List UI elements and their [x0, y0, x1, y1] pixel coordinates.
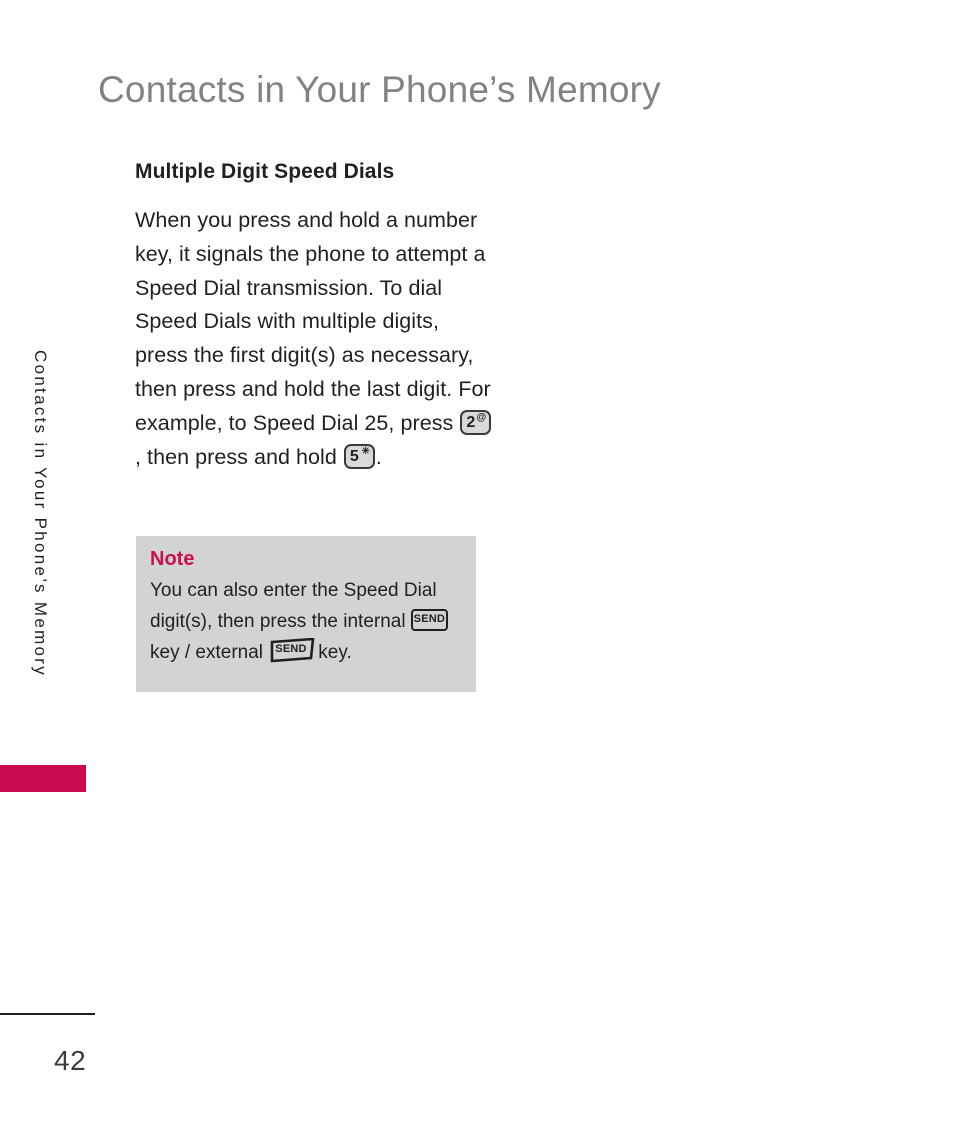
note-text-2: key / external	[150, 642, 263, 663]
send-key-internal-label: SEND	[413, 613, 446, 625]
send-key-internal-icon: SEND	[410, 609, 448, 631]
note-text-1: You can also enter the Speed Dial digit(…	[150, 580, 437, 632]
note-text-3: key.	[318, 642, 352, 663]
footer-divider	[0, 1013, 95, 1015]
chapter-color-tab	[0, 765, 86, 792]
body-paragraph-text-3: .	[375, 444, 382, 469]
page-title: Contacts in Your Phone’s Memory	[98, 69, 661, 110]
main-content: Multiple Digit Speed Dials When you pres…	[135, 160, 495, 474]
body-paragraph-text-2: , then press and hold	[135, 444, 337, 469]
body-paragraph-text-1: When you press and hold a number key, it…	[135, 208, 491, 435]
key-2-superscript: @	[476, 411, 487, 423]
key-5-superscript: ✳	[361, 445, 370, 457]
page-number: 42	[54, 1045, 87, 1076]
send-key-external-icon: SEND	[270, 638, 316, 663]
body-paragraph: When you press and hold a number key, it…	[135, 204, 495, 474]
send-key-external-label: SEND	[275, 643, 307, 655]
side-running-head: Contacts in Your Phone’s Memory	[31, 350, 50, 678]
note-box: Note You can also enter the Speed Dial d…	[136, 536, 476, 692]
key-5-label: 5	[349, 447, 359, 465]
section-subhead: Multiple Digit Speed Dials	[135, 160, 395, 183]
note-text: You can also enter the Speed Dial digit(…	[150, 575, 460, 668]
key-2-label: 2	[466, 413, 476, 431]
note-heading: Note	[150, 548, 195, 570]
key-2-icon: 2 @	[460, 409, 492, 435]
side-running-head-area: Contacts in Your Phone’s Memory	[0, 340, 90, 800]
key-5-icon: 5 ✳	[343, 443, 375, 469]
